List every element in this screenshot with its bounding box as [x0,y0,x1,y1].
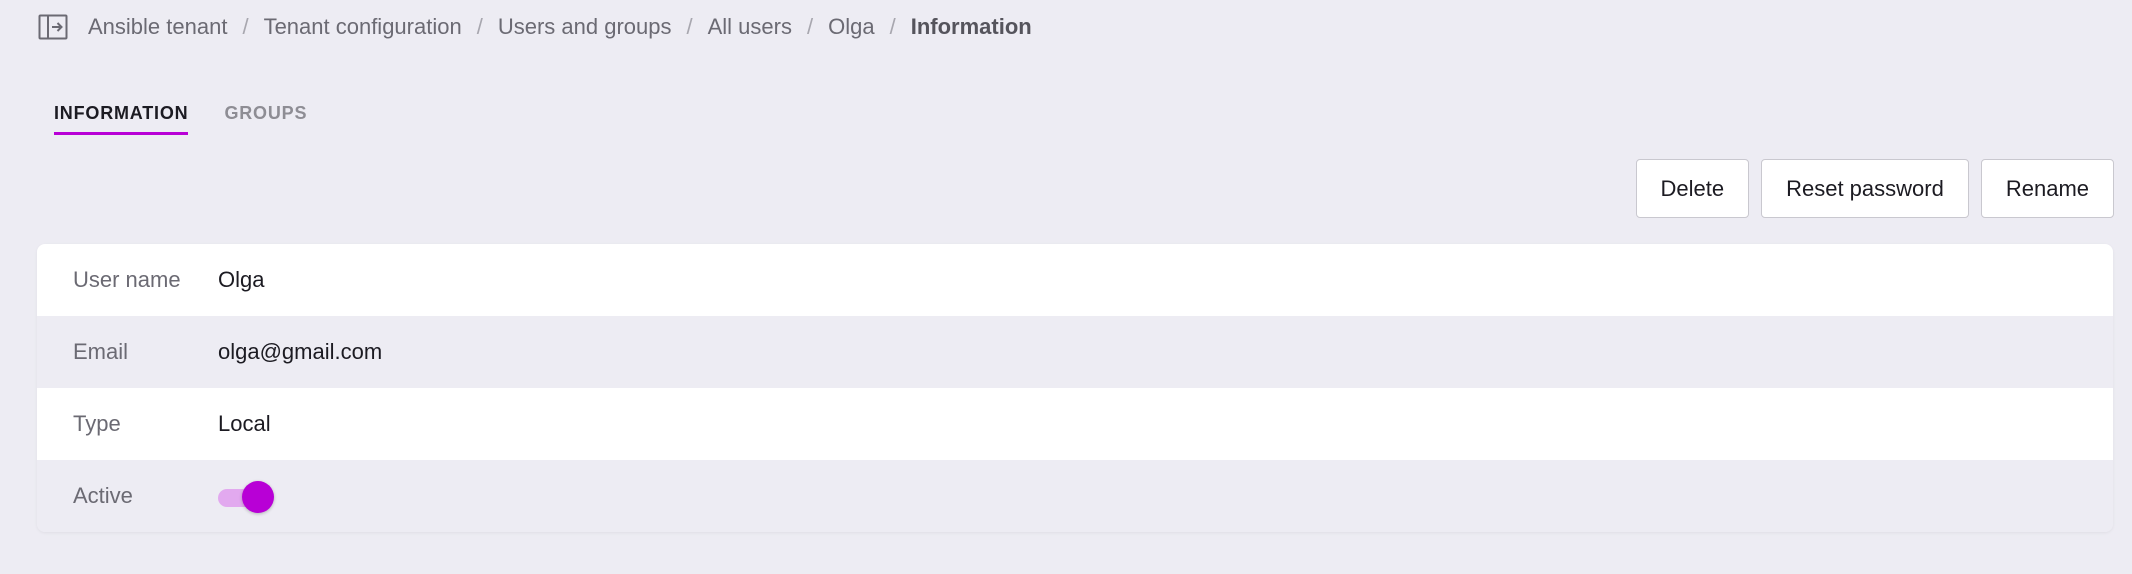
breadcrumb: Ansible tenant / Tenant configuration / … [88,14,1032,40]
action-buttons: Delete Reset password Rename [1624,159,2114,218]
breadcrumb-separator: / [686,14,693,39]
breadcrumb-separator: / [476,14,483,39]
breadcrumb-separator: / [889,14,896,39]
user-name-label: User name [73,267,181,292]
type-value: Local [218,411,271,436]
active-toggle[interactable] [218,481,274,513]
active-row: Active [37,460,2113,532]
breadcrumb-current-page: Information [910,14,1032,39]
tab-bar: INFORMATION GROUPS [54,103,343,135]
breadcrumb-tenant-configuration[interactable]: Tenant configuration [264,14,462,40]
top-bar: Ansible tenant / Tenant configuration / … [38,12,1032,42]
email-row: Email olga@gmail.com [37,316,2113,388]
rename-button[interactable]: Rename [1980,159,2114,218]
tab-groups[interactable]: GROUPS [224,103,307,135]
delete-button[interactable]: Delete [1635,159,1750,218]
user-name-row: User name Olga [37,244,2113,316]
active-label: Active [73,483,133,508]
toggle-thumb [242,481,274,513]
breadcrumb-separator: / [806,14,814,39]
breadcrumb-users-and-groups[interactable]: Users and groups [498,14,672,40]
breadcrumb-ansible-tenant[interactable]: Ansible tenant [88,14,227,40]
breadcrumb-olga[interactable]: Olga [828,14,874,40]
user-details-card: User name Olga Email olga@gmail.com Type… [37,244,2113,532]
type-label: Type [73,411,121,436]
email-label: Email [73,339,129,364]
email-value: olga@gmail.com [218,339,383,364]
breadcrumb-separator: / [242,14,249,39]
type-row: Type Local [37,388,2113,460]
breadcrumb-all-users[interactable]: All users [708,14,792,40]
user-name-value: Olga [218,267,265,292]
sidebar-toggle-icon[interactable] [38,13,68,41]
reset-password-button[interactable]: Reset password [1761,159,1969,218]
tab-information[interactable]: INFORMATION [54,103,189,135]
